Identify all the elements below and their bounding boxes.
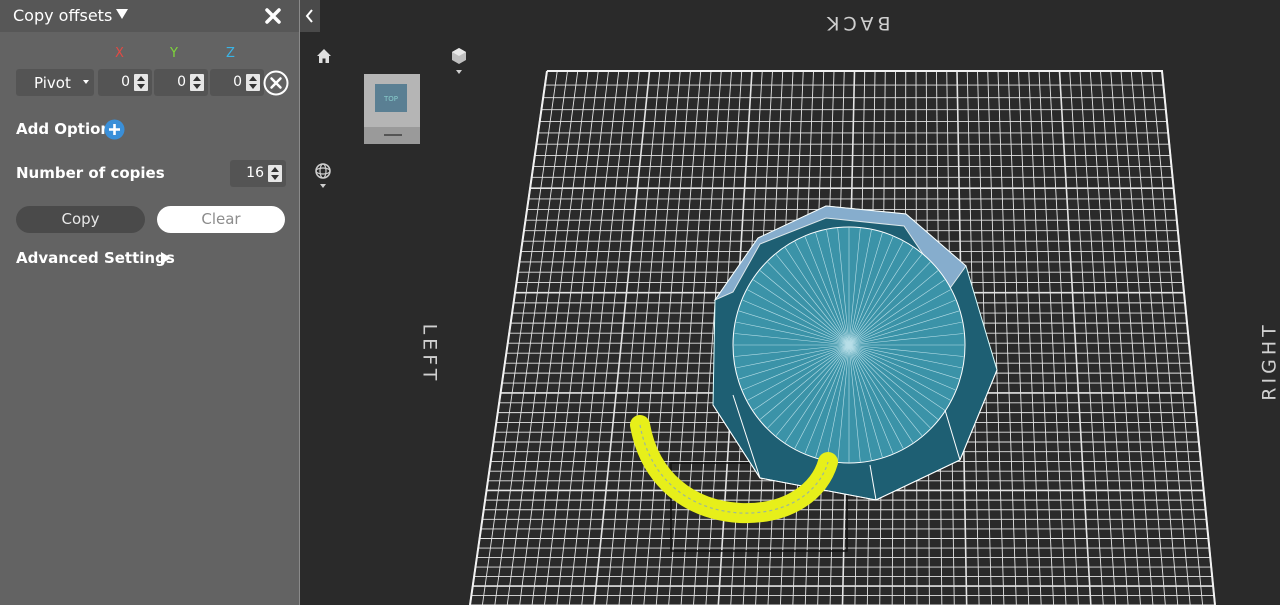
number-of-copies-label: Number of copies: [16, 164, 165, 182]
collapse-triangle-icon[interactable]: [116, 8, 128, 20]
add-circle-icon[interactable]: [104, 119, 125, 140]
number-of-copies-stepper[interactable]: [268, 165, 282, 182]
back-label: BACK: [823, 12, 891, 34]
nav-cube-face-label: TOP: [384, 95, 399, 103]
chevron-down-icon: [83, 80, 89, 84]
pivot-dropdown-label: Pivot: [34, 74, 71, 92]
offset-z-field[interactable]: 0: [210, 69, 264, 96]
axis-y-label: Y: [170, 46, 178, 61]
offset-y-value: 0: [177, 74, 186, 90]
view-mode-icon[interactable]: [450, 46, 468, 78]
navigation-cube[interactable]: [362, 72, 422, 146]
remove-offset-icon[interactable]: [263, 70, 289, 96]
offset-z-stepper[interactable]: [246, 74, 260, 91]
offset-x-field[interactable]: 0: [98, 69, 152, 96]
copy-offsets-panel: Copy offsets X Y Z Pivot 0 0 0 Add Optio…: [0, 0, 299, 605]
copy-button[interactable]: Copy: [16, 206, 145, 233]
close-icon[interactable]: [264, 7, 282, 25]
axis-x-label: X: [115, 46, 124, 61]
advanced-settings-label[interactable]: Advanced Settings: [16, 249, 175, 267]
3d-viewport[interactable]: [300, 0, 1280, 605]
add-option-label[interactable]: Add Option: [16, 120, 111, 138]
pivot-dropdown[interactable]: Pivot: [16, 69, 94, 96]
offset-z-value: 0: [233, 74, 242, 90]
orbit-icon[interactable]: [314, 162, 332, 192]
chevron-left-icon: [305, 9, 313, 23]
collapse-panel-tab[interactable]: [300, 0, 320, 32]
panel-divider: [299, 0, 300, 605]
offset-y-field[interactable]: 0: [154, 69, 208, 96]
offset-x-value: 0: [121, 74, 130, 90]
home-icon[interactable]: [316, 48, 332, 64]
axis-z-label: Z: [226, 46, 235, 61]
right-label: RIGHT: [1258, 321, 1280, 401]
panel-title: Copy offsets: [13, 6, 113, 25]
clear-button[interactable]: Clear: [157, 206, 285, 233]
left-label: LEFT: [418, 323, 441, 385]
number-of-copies-field[interactable]: 16: [230, 160, 286, 187]
offset-y-stepper[interactable]: [190, 74, 204, 91]
panel-title-bar: Copy offsets: [0, 0, 299, 32]
expand-triangle-icon[interactable]: [161, 252, 171, 264]
offset-x-stepper[interactable]: [134, 74, 148, 91]
number-of-copies-value: 16: [246, 165, 264, 181]
